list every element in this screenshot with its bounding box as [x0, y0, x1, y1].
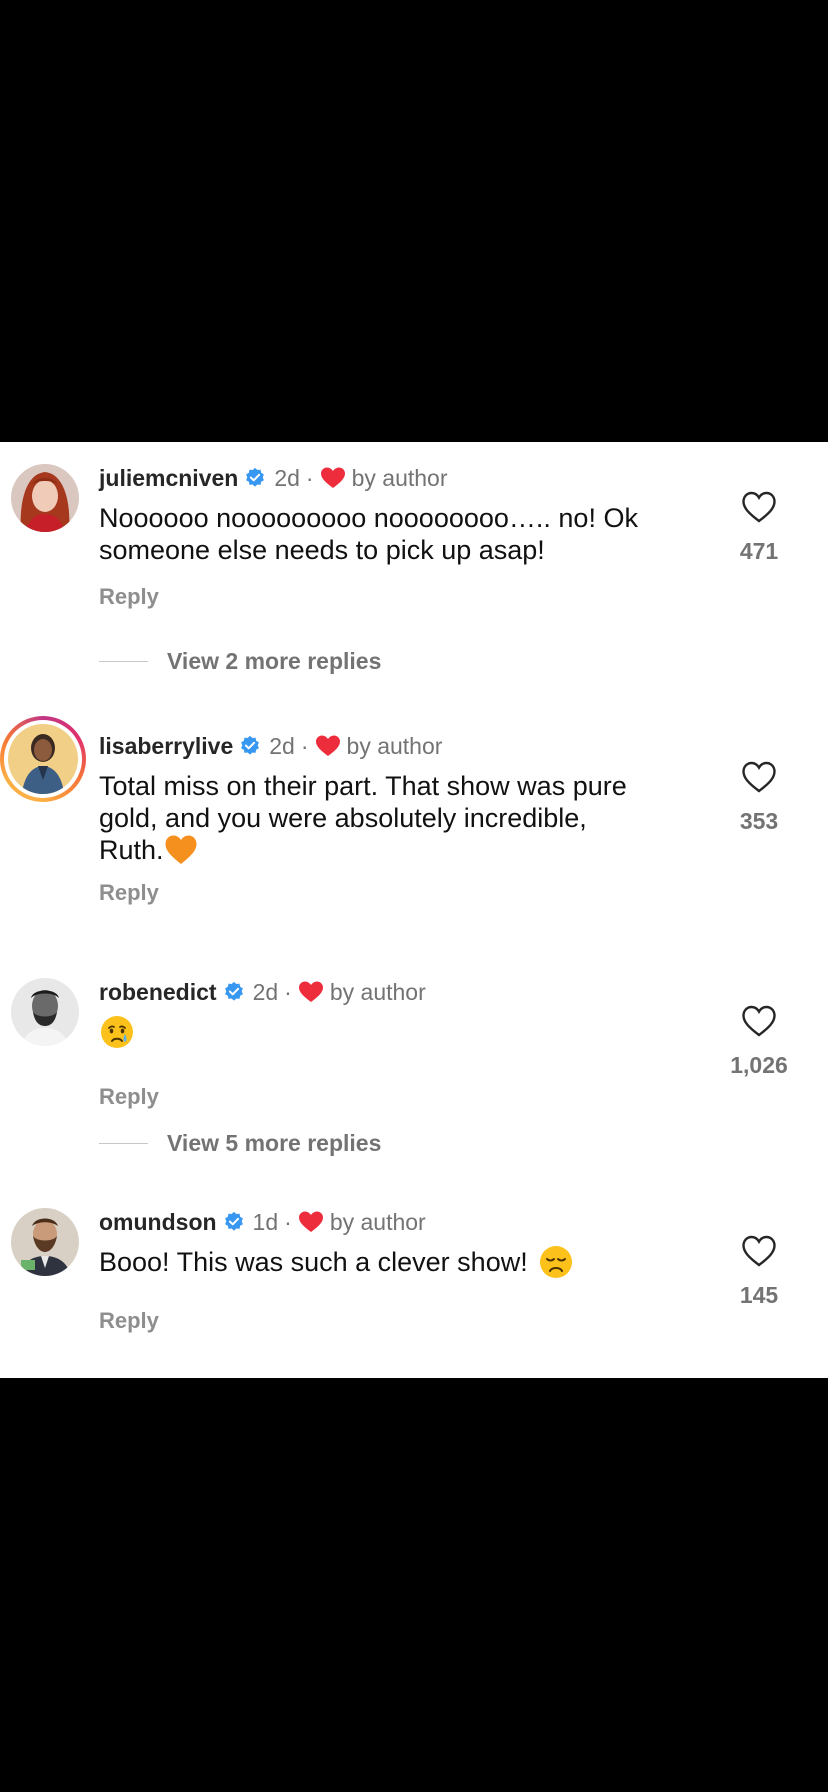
- liked-by-author-label: by author: [329, 1208, 426, 1235]
- comment-text-line: Ruth.: [99, 835, 164, 865]
- reply-button[interactable]: Reply: [99, 880, 159, 906]
- like-count: 353: [739, 808, 779, 834]
- comments-panel: juliemcniven 2d · by author Noooooo nooo…: [0, 442, 828, 1378]
- avatar-bw: [11, 978, 79, 1046]
- comment-header: omundson 1d · by author: [99, 1206, 426, 1238]
- avatar-ring-gap: [4, 720, 82, 798]
- timestamp: 2d: [252, 978, 279, 1005]
- view-more-replies[interactable]: View 2 more replies: [99, 646, 381, 676]
- timestamp: 2d: [274, 464, 300, 491]
- orange-heart-icon: [165, 835, 197, 864]
- avatar-photo: [8, 724, 78, 794]
- username[interactable]: robenedict: [99, 979, 217, 1006]
- avatar[interactable]: [0, 716, 86, 802]
- separator-dot: ·: [284, 1208, 292, 1235]
- like-area: 353: [700, 760, 818, 835]
- liked-by-author-label: by author: [329, 978, 426, 1005]
- liked-by-author-label: by author: [346, 732, 443, 759]
- like-area: 471: [700, 490, 818, 565]
- view-more-line: [99, 660, 148, 662]
- comment-text: Total miss on their part. That show was …: [99, 770, 699, 866]
- comment-text: Booo! This was such a clever show!: [99, 1244, 699, 1280]
- liked-by-author-label: by author: [351, 464, 448, 491]
- avatar[interactable]: [11, 1208, 79, 1276]
- username[interactable]: juliemcniven: [99, 465, 238, 492]
- comment-header: juliemcniven 2d · by author: [99, 462, 448, 494]
- separator-dot: ·: [284, 978, 292, 1005]
- avatar-man-beard: [11, 1208, 79, 1276]
- comment-text-line: Total miss on their part. That show was …: [99, 771, 627, 801]
- view-more-replies[interactable]: View 5 more replies: [99, 1128, 381, 1158]
- view-more-line: [99, 1142, 148, 1144]
- username[interactable]: omundson: [99, 1209, 217, 1236]
- avatar-story-ring: [8, 724, 78, 794]
- view-more-label[interactable]: View 2 more replies: [167, 648, 381, 675]
- comment-text-line-last: Ruth.: [99, 834, 699, 866]
- comment-text-line: gold, and you were absolutely incredible…: [99, 803, 587, 833]
- like-count: 1,026: [730, 1052, 788, 1078]
- author-liked-heart-icon: [298, 981, 323, 1002]
- timestamp: 2d: [269, 732, 295, 759]
- author-liked-heart-icon: [315, 735, 340, 756]
- heart-outline-icon[interactable]: [741, 1004, 777, 1038]
- comment-text: [99, 1014, 699, 1050]
- timestamp: 1d: [252, 1208, 279, 1235]
- verified-badge-icon: [224, 1211, 243, 1231]
- verified-badge-icon: [224, 981, 243, 1001]
- verified-badge-icon: [241, 735, 260, 755]
- like-count: 471: [739, 538, 779, 564]
- comment-text-line: Noooooo nooooooooo noooooooo….. no! Ok: [99, 503, 638, 533]
- disappointed-face-icon: [539, 1246, 572, 1278]
- reply-button[interactable]: Reply: [99, 1308, 159, 1334]
- comment-header: robenedict 2d · by author: [99, 976, 426, 1008]
- verified-badge-icon: [246, 467, 265, 487]
- crying-face-icon: [101, 1016, 133, 1048]
- comment-header: lisaberrylive 2d · by author: [99, 730, 442, 762]
- heart-outline-icon[interactable]: [741, 1234, 777, 1268]
- comment-text-line: Booo! This was such a clever show!: [99, 1247, 528, 1277]
- top-black-area: [0, 0, 828, 442]
- separator-dot: ·: [305, 464, 314, 491]
- reply-button[interactable]: Reply: [99, 1084, 159, 1110]
- author-liked-heart-icon: [298, 1211, 323, 1232]
- separator-dot: ·: [300, 732, 309, 759]
- heart-outline-icon[interactable]: [741, 760, 777, 794]
- username[interactable]: lisaberrylive: [99, 733, 233, 760]
- avatar[interactable]: [11, 978, 79, 1046]
- like-area: 1,026: [700, 1004, 818, 1079]
- comment-text-line: someone else needs to pick up asap!: [99, 535, 545, 565]
- comment-text: Noooooo nooooooooo noooooooo….. no! Ok s…: [99, 502, 699, 566]
- avatar[interactable]: [11, 464, 79, 532]
- heart-outline-icon[interactable]: [741, 490, 777, 524]
- avatar-red-hair: [11, 464, 79, 532]
- reply-button[interactable]: Reply: [99, 584, 159, 610]
- like-area: 145: [700, 1234, 818, 1309]
- author-liked-heart-icon: [320, 467, 345, 488]
- bottom-black-area: [0, 1378, 828, 1792]
- like-count: 145: [739, 1282, 779, 1308]
- view-more-label[interactable]: View 5 more replies: [167, 1130, 381, 1157]
